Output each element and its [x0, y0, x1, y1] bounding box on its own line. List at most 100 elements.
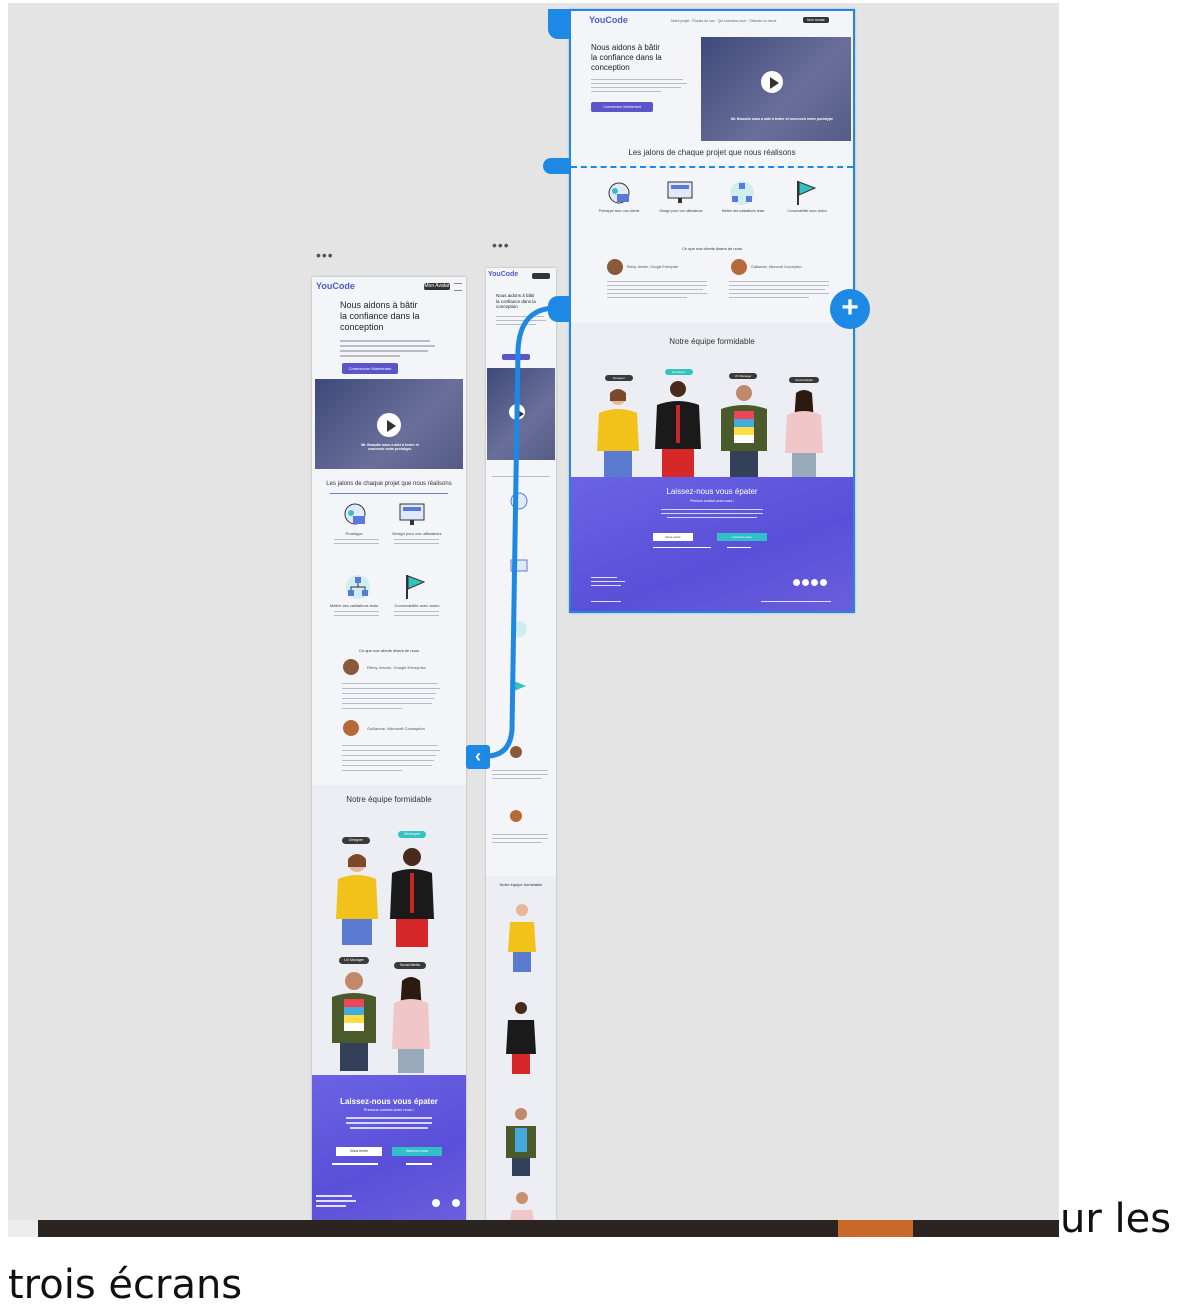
cta-subtitle: Prenons contact avec nous !: [689, 499, 735, 503]
prototype-link-connector[interactable]: [470, 290, 570, 770]
testimonial-text-line: [492, 834, 548, 835]
testimonial-text-line: [342, 708, 402, 709]
section-handle[interactable]: [543, 158, 569, 174]
signup-button[interactable]: Inscrivez-vous: [392, 1147, 442, 1156]
nav-avatar-button[interactable]: Mon Avatar: [424, 283, 450, 290]
desktop-frame[interactable]: YouCode Notre projet · Études de cas · Q…: [569, 9, 855, 613]
caption-line-1: ur les: [1060, 1196, 1172, 1242]
team-member-photo: [336, 854, 378, 945]
mobile-frame-menu-icon[interactable]: •••: [316, 247, 334, 263]
team-title: Notre équipe formidable: [346, 795, 432, 804]
facebook-icon[interactable]: [802, 579, 809, 586]
team-member-photo: [655, 381, 701, 477]
avatar: [510, 810, 522, 822]
feature-label: Design pour vos utilisateurs: [392, 531, 442, 536]
hamburger-icon[interactable]: [454, 283, 462, 291]
cta-button[interactable]: Commencer Maintenant: [342, 363, 398, 374]
avatar: [343, 659, 359, 675]
team-member-photo: [332, 972, 376, 1071]
logo: YouCode: [488, 271, 519, 278]
nav-avatar-button[interactable]: Mon Avatar: [803, 17, 829, 23]
signup-button[interactable]: Inscrivez-vous: [717, 533, 767, 541]
link-start-handle[interactable]: [548, 296, 570, 322]
tablet-frame-menu-icon[interactable]: •••: [492, 237, 510, 253]
flag-icon: [797, 181, 817, 205]
testimonial-text-line: [342, 693, 436, 694]
handle-link[interactable]: [727, 547, 751, 548]
prototype-icon: [608, 182, 630, 204]
video-section: Mr. Beaudin nous a aidé à tester et conce…: [315, 379, 463, 469]
section-guide-line: [571, 166, 853, 168]
footer-text-line: [316, 1200, 356, 1202]
footer-text-line: [591, 577, 617, 578]
feature-text-line: [334, 539, 379, 540]
network-icon: [730, 181, 754, 205]
email-link[interactable]: [332, 1163, 378, 1165]
feature-label: Prototype: [345, 531, 363, 536]
nav-avatar-button[interactable]: [532, 273, 550, 279]
hero-title: Nous aidons à bâtir la confiance dans la c…: [340, 300, 420, 332]
twitter-icon[interactable]: [432, 1199, 440, 1207]
cta-text-line: [346, 1122, 432, 1124]
hero-text-line: [340, 350, 428, 352]
prototype-icon: [344, 503, 366, 525]
cta-button[interactable]: Commencer Maintenant: [591, 102, 653, 112]
contact-button[interactable]: Nous écrire: [336, 1147, 382, 1156]
frame-top-handle[interactable]: [548, 9, 570, 39]
feature-text-line: [394, 543, 439, 544]
footer-text-line: [316, 1205, 346, 1207]
milestones-title: Les jalons de chaque projet que nous réa…: [628, 148, 796, 157]
cta-text-line: [350, 1127, 428, 1129]
footer-text-line: [591, 581, 625, 582]
taskbar: [8, 1220, 1059, 1237]
cta-text-line: [667, 517, 757, 518]
testimonial-text-line: [492, 838, 548, 839]
feature-label: Concevabilité avec vision: [787, 209, 827, 213]
facebook-icon[interactable]: [452, 1199, 460, 1207]
testimonial-text-line: [342, 683, 438, 684]
testimonial-text-line: [342, 770, 402, 771]
testimonial-text-line: [729, 289, 825, 290]
testimonial-text-line: [607, 281, 707, 282]
testimonial-text-line: [342, 765, 432, 766]
add-link-icon[interactable]: +: [830, 289, 870, 329]
milestones-title: Les jalons de chaque projet que nous réa…: [326, 481, 452, 487]
back-arrow-icon[interactable]: ‹: [466, 745, 490, 769]
team-member-photo: [721, 385, 767, 477]
cta-title: Laissez-nous vous épater: [340, 1097, 438, 1106]
testimonial-text-line: [342, 703, 432, 704]
linkedin-icon[interactable]: [820, 579, 827, 586]
testimonial-text-line: [492, 770, 548, 771]
footer-link-line[interactable]: [591, 601, 621, 602]
nav-links[interactable]: Notre projet · Études de cas · Qui somme…: [671, 19, 776, 23]
team-member-photo: [506, 1002, 536, 1074]
contact-button[interactable]: Nous écrire: [653, 533, 693, 541]
handle-link[interactable]: [406, 1163, 432, 1165]
mobile-frame[interactable]: YouCode Mon Avatar Nous aidons à bâtir la…: [312, 277, 466, 1220]
testimonial-name: Rémy Janvier, Google Entreprise: [367, 665, 426, 670]
play-icon[interactable]: [377, 413, 401, 437]
cta-text-line: [661, 513, 763, 514]
cta-subtitle: Prenons contact avec nous !: [363, 1107, 415, 1112]
cta-text-line: [661, 509, 763, 510]
instagram-icon[interactable]: [811, 579, 818, 586]
twitter-icon[interactable]: [793, 579, 800, 586]
email-link[interactable]: [653, 547, 711, 548]
play-icon[interactable]: [761, 71, 783, 93]
feature-text-line: [394, 615, 439, 616]
team-tag: Designer: [342, 837, 370, 844]
team-member-photo: [508, 904, 536, 972]
team-member-photo: [785, 390, 823, 477]
cta-title: Laissez-nous vous épater: [666, 487, 758, 496]
logo: YouCode: [316, 281, 355, 291]
taskbar-app[interactable]: [838, 1220, 913, 1237]
feature-text-line: [394, 539, 439, 540]
testimonials-title: Ce que nos clients disent de nous: [681, 246, 743, 251]
start-button[interactable]: [8, 1220, 38, 1237]
team-tag: Social Media: [789, 377, 819, 383]
team-title: Notre équipe formidable: [669, 337, 755, 346]
team-member-photo: [390, 848, 434, 947]
team-tag: UX Manager: [339, 957, 369, 964]
team-tag: Designer: [605, 375, 633, 381]
cta-section: Laissez-nous vous épater Prenons contact…: [312, 1075, 466, 1220]
